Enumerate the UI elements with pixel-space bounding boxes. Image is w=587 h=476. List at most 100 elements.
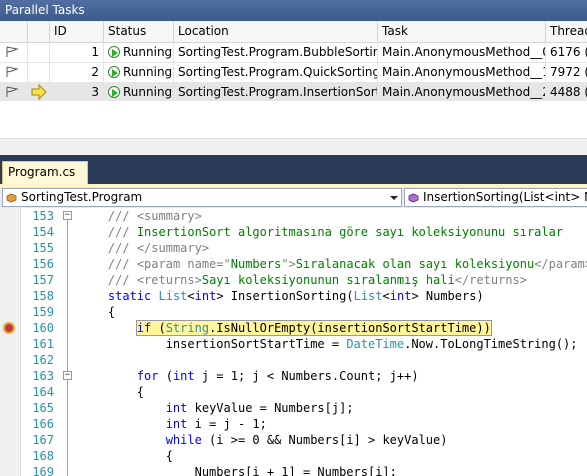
code-line[interactable]: 159 { <box>0 304 587 320</box>
current-statement-highlight: if (String.IsNullOrEmpty(insertionSortSt… <box>135 320 492 336</box>
col-header-thread[interactable]: Thread <box>546 21 587 42</box>
col-header-current[interactable] <box>28 21 50 42</box>
grid-header: ID Status Location Task Thread <box>0 21 587 43</box>
task-name: Main.AnonymousMethod__2() <box>378 82 546 101</box>
code-text: /// <param name="Numbers">Sıralanacak ol… <box>107 257 587 271</box>
task-row[interactable]: 2 Running SortingTest.Program.QuickSorti… <box>0 62 587 83</box>
task-location: SortingTest.Program.QuickSorting <box>174 62 378 82</box>
task-location: SortingTest.Program.BubbleSorting <box>174 42 378 62</box>
task-status-label: Running <box>123 45 173 59</box>
code-line[interactable]: 161 insertionSortStartTime = DateTime.No… <box>0 336 587 352</box>
parallel-tasks-titlebar: Parallel Tasks <box>0 0 587 21</box>
current-cell <box>28 62 50 82</box>
code-line[interactable]: 155 /// </summary> <box>0 240 587 256</box>
col-header-location[interactable]: Location <box>174 21 378 42</box>
code-line[interactable]: 154 /// InsertionSort algoritmasına göre… <box>0 224 587 240</box>
task-status-label: Running <box>123 65 173 79</box>
code-text: /// <returns>Sayı koleksiyonunun sıralan… <box>107 273 527 287</box>
chevron-down-icon[interactable] <box>387 189 401 206</box>
collapse-toggle-icon[interactable]: − <box>63 211 72 220</box>
code-text: if (String.IsNullOrEmpty(insertionSortSt… <box>79 320 492 336</box>
code-text: { <box>79 449 173 463</box>
flag-cell <box>0 42 28 62</box>
current-task-arrow-icon <box>31 83 47 101</box>
running-icon <box>108 86 120 98</box>
member-combo[interactable]: InsertionSorting(List<int> Numbers) <box>404 188 587 207</box>
col-header-task[interactable]: Task <box>378 21 546 42</box>
code-text: Numbers[i + 1] = Numbers[i]; <box>79 465 397 476</box>
class-icon <box>6 193 17 203</box>
navigation-bar: SortingTest.Program InsertionSorting(Lis… <box>0 187 587 209</box>
flag-cell <box>0 62 28 82</box>
code-text: for (int j = 1; j < Numbers.Count; j++) <box>136 369 419 383</box>
tab-program-cs[interactable]: Program.cs <box>2 161 88 184</box>
code-text: static List<int> InsertionSorting(List<i… <box>107 289 484 303</box>
line-number: 169 <box>32 465 54 476</box>
code-text: int keyValue = Numbers[j]; <box>165 401 354 415</box>
breakpoint-current-icon[interactable] <box>3 322 15 334</box>
line-number: 162 <box>32 353 54 367</box>
task-status-label: Running <box>123 85 173 99</box>
code-line[interactable]: 160 if (String.IsNullOrEmpty(insertionSo… <box>0 320 587 336</box>
method-icon <box>408 193 419 203</box>
code-text: { <box>79 305 116 319</box>
code-line[interactable]: 158 static List<int> InsertionSorting(Li… <box>0 288 587 304</box>
collapse-toggle-icon[interactable]: − <box>63 371 72 380</box>
line-number: 161 <box>32 337 54 351</box>
code-line[interactable]: 162 <box>0 352 587 368</box>
current-cell <box>28 42 50 62</box>
code-line[interactable]: 165 int keyValue = Numbers[j]; <box>0 400 587 416</box>
code-line[interactable]: 156 /// <param name="Numbers">Sıralanaca… <box>0 256 587 272</box>
code-line[interactable]: 169 Numbers[i + 1] = Numbers[i]; <box>0 464 587 476</box>
flag-cell <box>0 82 28 101</box>
line-number: 156 <box>32 257 54 271</box>
task-id: 1 <box>50 42 104 62</box>
task-location: SortingTest.Program.InsertionSorting <box>174 82 378 101</box>
member-combo-value: InsertionSorting(List<int> Numbers) <box>423 190 587 204</box>
line-number: 166 <box>32 417 54 431</box>
line-number: 158 <box>32 289 54 303</box>
task-id: 3 <box>50 82 104 101</box>
task-name: Main.AnonymousMethod__0() <box>378 42 546 62</box>
task-name: Main.AnonymousMethod__1() <box>378 62 546 82</box>
horizontal-scrollbar[interactable] <box>0 138 587 156</box>
type-combo[interactable]: SortingTest.Program <box>2 188 402 207</box>
line-number: 155 <box>32 241 54 255</box>
type-combo-value: SortingTest.Program <box>21 190 143 204</box>
code-line[interactable]: 153− /// <summary> <box>0 208 587 224</box>
line-number: 154 <box>32 225 54 239</box>
line-number: 163 <box>32 369 54 383</box>
code-text: while (i >= 0 && Numbers[i] > keyValue) <box>165 433 448 447</box>
code-line[interactable]: 157 /// <returns>Sayı koleksiyonunun sır… <box>0 272 587 288</box>
task-status: Running <box>104 62 174 82</box>
document-tab-strip: Program.cs <box>0 155 587 184</box>
code-line[interactable]: 167 while (i >= 0 && Numbers[i] > keyVal… <box>0 432 587 448</box>
code-line[interactable]: 166 int i = j - 1; <box>0 416 587 432</box>
col-header-id[interactable]: ID <box>50 21 104 42</box>
line-number: 165 <box>32 401 54 415</box>
code-text: { <box>79 385 145 399</box>
code-line[interactable]: 163− for (int j = 1; j < Numbers.Count; … <box>0 368 587 384</box>
line-number: 157 <box>32 273 54 287</box>
task-status: Running <box>104 42 174 62</box>
code-text: /// <summary> <box>107 209 202 223</box>
task-row[interactable]: 1 Running SortingTest.Program.BubbleSort… <box>0 42 587 63</box>
code-editor[interactable]: 153− /// <summary> 154 /// InsertionSort … <box>0 208 587 476</box>
task-thread: 4488 (< <box>550 85 587 99</box>
parallel-tasks-title: Parallel Tasks <box>5 3 85 17</box>
code-text: int i = j - 1; <box>165 417 267 431</box>
parallel-tasks-grid: ID Status Location Task Thread 1 Running… <box>0 21 587 101</box>
running-icon <box>108 66 120 78</box>
line-number: 153 <box>32 209 54 223</box>
line-number: 160 <box>32 321 54 335</box>
code-line[interactable]: 168 { <box>0 448 587 464</box>
task-id: 2 <box>50 62 104 82</box>
line-number: 159 <box>32 305 54 319</box>
col-header-flag[interactable] <box>0 21 28 42</box>
task-row-current[interactable]: 3 Running SortingTest.Program.InsertionS… <box>0 82 587 101</box>
col-header-status[interactable]: Status <box>104 21 174 42</box>
code-text: insertionSortStartTime = DateTime.Now.To… <box>79 337 578 351</box>
running-icon <box>108 46 120 58</box>
code-line[interactable]: 164 { <box>0 384 587 400</box>
line-number: 167 <box>32 433 54 447</box>
